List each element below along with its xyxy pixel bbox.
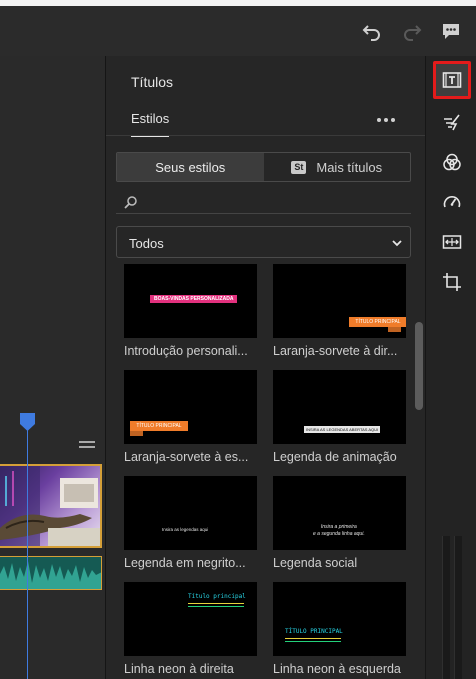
category-dropdown-value: Todos bbox=[129, 236, 164, 251]
search-icon bbox=[124, 196, 137, 209]
title-style-label: Legenda social bbox=[273, 556, 358, 570]
more-titles-label: Mais títulos bbox=[316, 159, 383, 175]
color-icon bbox=[442, 153, 461, 170]
playhead-line bbox=[27, 430, 28, 679]
titles-panel: Títulos Estilos Seus estilos St Mais títu… bbox=[106, 56, 425, 679]
thumbnail-text: Insira a primeira e a segunda linha aqui… bbox=[313, 524, 365, 538]
title-styles-grid: BOAS-VINDAS PERSONALIZADA Introdução per… bbox=[106, 264, 425, 679]
playhead-marker[interactable] bbox=[20, 413, 35, 431]
transitions-button[interactable] bbox=[437, 107, 466, 136]
crop-button[interactable] bbox=[437, 267, 466, 296]
more-titles-button[interactable]: St Mais títulos bbox=[264, 153, 411, 181]
transitions-icon bbox=[443, 114, 460, 130]
comment-icon[interactable] bbox=[440, 20, 462, 42]
fit-button[interactable] bbox=[437, 227, 466, 256]
thumbnail-neon-line bbox=[285, 641, 341, 642]
your-styles-label: Seus estilos bbox=[155, 159, 226, 175]
search-field[interactable] bbox=[116, 190, 411, 214]
thumbnail-text: TÍTULO PRINCIPAL bbox=[285, 628, 343, 635]
panel-resize-handle[interactable] bbox=[79, 441, 95, 449]
top-toolbar bbox=[0, 0, 476, 56]
thumbnail-text: INSIRA AS LEGENDAS ABERTAS AQUI bbox=[304, 426, 381, 433]
panel-scrollbar[interactable] bbox=[415, 322, 423, 410]
title-thumbnail: BOAS-VINDAS PERSONALIZADA bbox=[124, 264, 257, 338]
thumbnail-neon-line bbox=[188, 603, 244, 604]
title-thumbnail: Insira a primeira e a segunda linha aqui… bbox=[273, 476, 406, 550]
thumbnail-text: Título principal bbox=[188, 593, 246, 600]
style-source-toggle: Seus estilos St Mais títulos bbox=[116, 152, 411, 182]
speed-icon bbox=[443, 195, 460, 207]
video-clip[interactable] bbox=[0, 464, 102, 548]
category-dropdown[interactable]: Todos bbox=[116, 226, 411, 258]
thumbnail-text-line1: Insira a primeira bbox=[320, 524, 357, 530]
stock-icon: St bbox=[291, 160, 307, 174]
your-styles-button[interactable]: Seus estilos bbox=[117, 153, 264, 181]
title-thumbnail: TÍTULO PRINCIPAL bbox=[273, 582, 406, 656]
thumbnail-neon-line bbox=[188, 606, 244, 607]
title-style-label: Laranja-sorvete à es... bbox=[124, 450, 249, 464]
fit-icon bbox=[442, 234, 461, 249]
more-icon[interactable] bbox=[376, 116, 396, 124]
title-thumbnail: Título principal bbox=[124, 582, 257, 656]
title-style-label: Linha neon à esquerda bbox=[273, 662, 401, 676]
title-style-label: Laranja-sorvete à dir... bbox=[273, 344, 398, 358]
title-style-label: Introdução personali... bbox=[124, 344, 248, 358]
panel-title: Títulos bbox=[131, 74, 174, 90]
speed-button[interactable] bbox=[437, 187, 466, 216]
thumbnail-text: TÍTULO PRINCIPAL bbox=[349, 317, 406, 327]
thumbnail-text-line2: e a segunda linha aqui. bbox=[313, 531, 365, 537]
titles-button[interactable] bbox=[433, 61, 471, 99]
right-tool-rail bbox=[425, 56, 476, 679]
title-thumbnail: TÍTULO PRINCIPAL bbox=[124, 370, 257, 444]
title-style-label: Legenda de animação bbox=[273, 450, 397, 464]
title-thumbnail: TÍTULO PRINCIPAL bbox=[273, 264, 406, 338]
crop-icon bbox=[442, 272, 461, 291]
audio-clip[interactable] bbox=[0, 556, 102, 590]
thumbnail-neon-line bbox=[285, 638, 341, 639]
title-style-label: Legenda em negrito... bbox=[124, 556, 246, 570]
title-thumbnail: INSIRA AS LEGENDAS ABERTAS AQUI bbox=[273, 370, 406, 444]
tabs-divider bbox=[106, 135, 425, 136]
audio-meter-right bbox=[454, 536, 462, 679]
tab-styles[interactable]: Estilos bbox=[131, 111, 170, 137]
title-style-label: Linha neon à direita bbox=[124, 662, 234, 676]
undo-icon[interactable] bbox=[361, 20, 383, 42]
title-thumbnail: Insira as legendas aqui bbox=[124, 476, 257, 550]
thumbnail-text: Insira as legendas aqui bbox=[162, 527, 209, 532]
chevron-down-icon bbox=[392, 240, 402, 247]
titles-icon bbox=[442, 72, 462, 88]
timeline-area bbox=[0, 56, 106, 679]
color-button[interactable] bbox=[437, 147, 466, 176]
audio-meter-left bbox=[442, 536, 450, 679]
thumbnail-subtitle-bar bbox=[388, 327, 401, 332]
thumbnail-text: TÍTULO PRINCIPAL bbox=[130, 421, 188, 431]
thumbnail-subtitle-bar bbox=[130, 431, 143, 436]
redo-icon[interactable] bbox=[401, 20, 423, 42]
thumbnail-text: BOAS-VINDAS PERSONALIZADA bbox=[150, 295, 238, 303]
